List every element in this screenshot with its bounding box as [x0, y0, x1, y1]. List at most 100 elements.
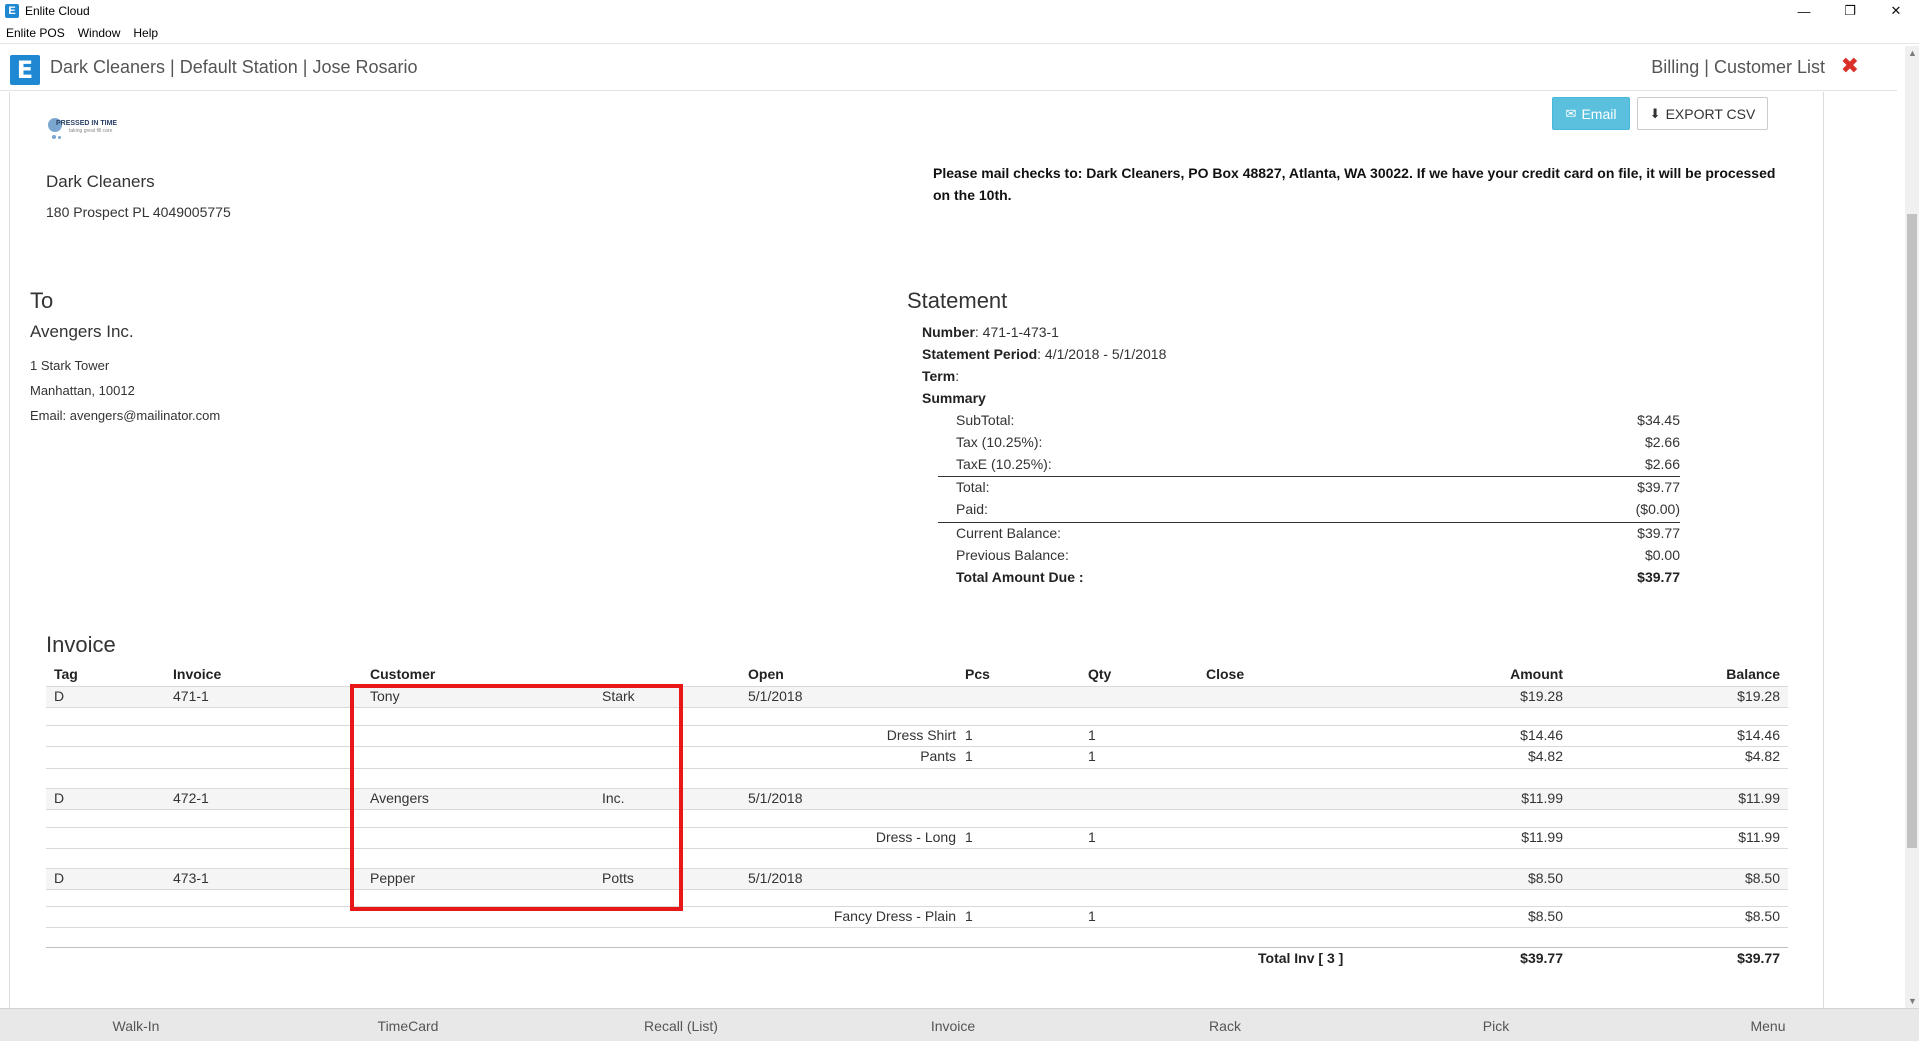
- statement-content: ✉ Email ⬇ EXPORT CSV PRESSED IN TIME tak…: [0, 92, 1897, 1008]
- statement-heading: Statement: [907, 288, 1008, 313]
- window-titlebar: E Enlite Cloud — ❐ ✕: [0, 0, 1919, 22]
- summary-row-paid: Paid: ($0.00): [938, 499, 1680, 520]
- summary-label: Tax (10.25%):: [956, 434, 1043, 450]
- cell-invoice: 473-1: [173, 870, 209, 886]
- statement-period-label: Statement Period: [922, 346, 1038, 362]
- minimize-button[interactable]: —: [1781, 0, 1827, 22]
- cell-tag: D: [54, 870, 65, 886]
- row-divider: [46, 827, 1788, 828]
- nav-recall-list[interactable]: Recall (List): [601, 1018, 761, 1034]
- summary-row-tax: Tax (10.25%): $2.66: [938, 432, 1680, 453]
- column-header-open: Open: [748, 666, 784, 682]
- cell-item: Fancy Dress - Plain: [833, 908, 956, 924]
- logo-text: PRESSED IN TIME: [56, 120, 118, 127]
- row-divider: [46, 809, 1788, 810]
- scroll-up-icon[interactable]: ▲: [1908, 48, 1917, 58]
- menu-bar: Enlite POS Window Help: [0, 22, 1919, 44]
- vertical-scrollbar[interactable]: ▲ ▼: [1905, 46, 1919, 1008]
- summary-value: $2.66: [1644, 456, 1680, 472]
- cell-amount: $8.50: [1527, 870, 1563, 886]
- nav-pick[interactable]: Pick: [1416, 1018, 1576, 1034]
- totals-divider: [46, 947, 1788, 948]
- column-header-tag: Tag: [54, 666, 78, 682]
- row-divider: [46, 927, 1788, 928]
- statement-period-value: : 4/1/2018 - 5/1/2018: [1037, 346, 1167, 362]
- cell-qty: 1: [1088, 727, 1096, 743]
- export-csv-button[interactable]: ⬇ EXPORT CSV: [1637, 97, 1768, 130]
- statement-term: Term:: [922, 368, 959, 384]
- bottom-navigation: Walk-In TimeCard Recall (List) Invoice R…: [0, 1008, 1919, 1041]
- row-divider: [46, 788, 1788, 789]
- invoice-heading: Invoice: [46, 632, 116, 657]
- summary-label: Summary: [922, 390, 986, 406]
- close-page-icon[interactable]: ✖: [1841, 53, 1859, 79]
- summary-label: SubTotal:: [956, 412, 1015, 428]
- recipient-address-line2: Manhattan, 10012: [30, 383, 135, 398]
- cell-balance: $8.50: [1744, 870, 1780, 886]
- scrollbar-thumb[interactable]: [1907, 214, 1917, 848]
- summary-value: $39.77: [1637, 525, 1680, 541]
- station-breadcrumb: Dark Cleaners | Default Station | Jose R…: [50, 57, 418, 77]
- statement-number-value: : 471-1-473-1: [974, 324, 1059, 340]
- column-header-pcs: Pcs: [965, 666, 990, 682]
- to-heading: To: [30, 288, 54, 313]
- column-header-balance: Balance: [1726, 666, 1780, 682]
- window-close-button[interactable]: ✕: [1873, 0, 1919, 22]
- row-divider: [46, 889, 1788, 890]
- cell-open: 5/1/2018: [748, 870, 803, 886]
- page-breadcrumb: Billing | Customer List: [1651, 57, 1825, 77]
- statement-number: Number: 471-1-473-1: [922, 324, 1059, 340]
- cell-open: 5/1/2018: [748, 688, 803, 704]
- nav-timecard[interactable]: TimeCard: [328, 1018, 488, 1034]
- summary-row-current-balance: Current Balance: $39.77: [938, 523, 1680, 544]
- summary-value: $39.77: [1637, 569, 1680, 585]
- summary-heading: Summary: [922, 390, 986, 406]
- total-amount: $39.77: [1520, 950, 1563, 966]
- menu-enlite-pos[interactable]: Enlite POS: [0, 26, 72, 40]
- summary-row-total: Total: $39.77: [938, 477, 1680, 498]
- summary-value: $39.77: [1637, 479, 1680, 495]
- column-header-invoice: Invoice: [173, 666, 222, 682]
- summary-row-previous-balance: Previous Balance: $0.00: [938, 545, 1680, 566]
- row-divider: [46, 707, 1788, 708]
- nav-invoice[interactable]: Invoice: [873, 1018, 1033, 1034]
- total-balance: $39.77: [1737, 950, 1780, 966]
- cell-invoice: 472-1: [173, 790, 209, 806]
- summary-label: Total Amount Due :: [956, 569, 1084, 585]
- summary-value: $2.66: [1644, 434, 1680, 450]
- scroll-down-icon[interactable]: ▼: [1908, 996, 1917, 1006]
- summary-row-subtotal: SubTotal: $34.45: [938, 410, 1680, 431]
- cell-amount: $11.99: [1521, 790, 1563, 806]
- cell-qty: 1: [1088, 908, 1096, 924]
- email-button-label: Email: [1581, 105, 1617, 122]
- cell-balance: $8.50: [1744, 908, 1780, 924]
- nav-menu[interactable]: Menu: [1688, 1018, 1848, 1034]
- summary-row-taxe: TaxE (10.25%): $2.66: [938, 454, 1680, 475]
- company-name: Dark Cleaners: [46, 172, 155, 191]
- nav-walk-in[interactable]: Walk-In: [56, 1018, 216, 1034]
- statement-document: ✉ Email ⬇ EXPORT CSV PRESSED IN TIME tak…: [9, 92, 1824, 1008]
- mail-checks-note: Please mail checks to: Dark Cleaners, PO…: [933, 165, 1776, 203]
- row-divider: [46, 868, 1788, 869]
- app-header: E Dark Cleaners | Default Station | Jose…: [0, 45, 1897, 91]
- cell-item: Dress - Long: [875, 829, 956, 845]
- logo-bubble-icon: [58, 136, 61, 139]
- cell-pcs: 1: [965, 908, 973, 924]
- statement-term-label: Term: [922, 368, 956, 384]
- email-button[interactable]: ✉ Email: [1552, 97, 1630, 130]
- restore-button[interactable]: ❐: [1827, 0, 1873, 22]
- company-address: 180 Prospect PL 4049005775: [46, 204, 231, 220]
- nav-rack[interactable]: Rack: [1145, 1018, 1305, 1034]
- menu-window[interactable]: Window: [72, 26, 128, 40]
- cell-tag: D: [54, 688, 65, 704]
- cell-item: Dress Shirt: [886, 727, 956, 743]
- cell-pcs: 1: [965, 748, 973, 764]
- summary-label: Current Balance:: [956, 525, 1062, 541]
- row-divider: [46, 746, 1788, 747]
- summary-value: $0.00: [1644, 547, 1680, 563]
- recipient-address-line1: 1 Stark Tower: [30, 358, 110, 373]
- column-header-qty: Qty: [1088, 666, 1112, 682]
- row-divider: [46, 725, 1788, 726]
- cell-balance: $11.99: [1738, 790, 1780, 806]
- menu-help[interactable]: Help: [127, 26, 165, 40]
